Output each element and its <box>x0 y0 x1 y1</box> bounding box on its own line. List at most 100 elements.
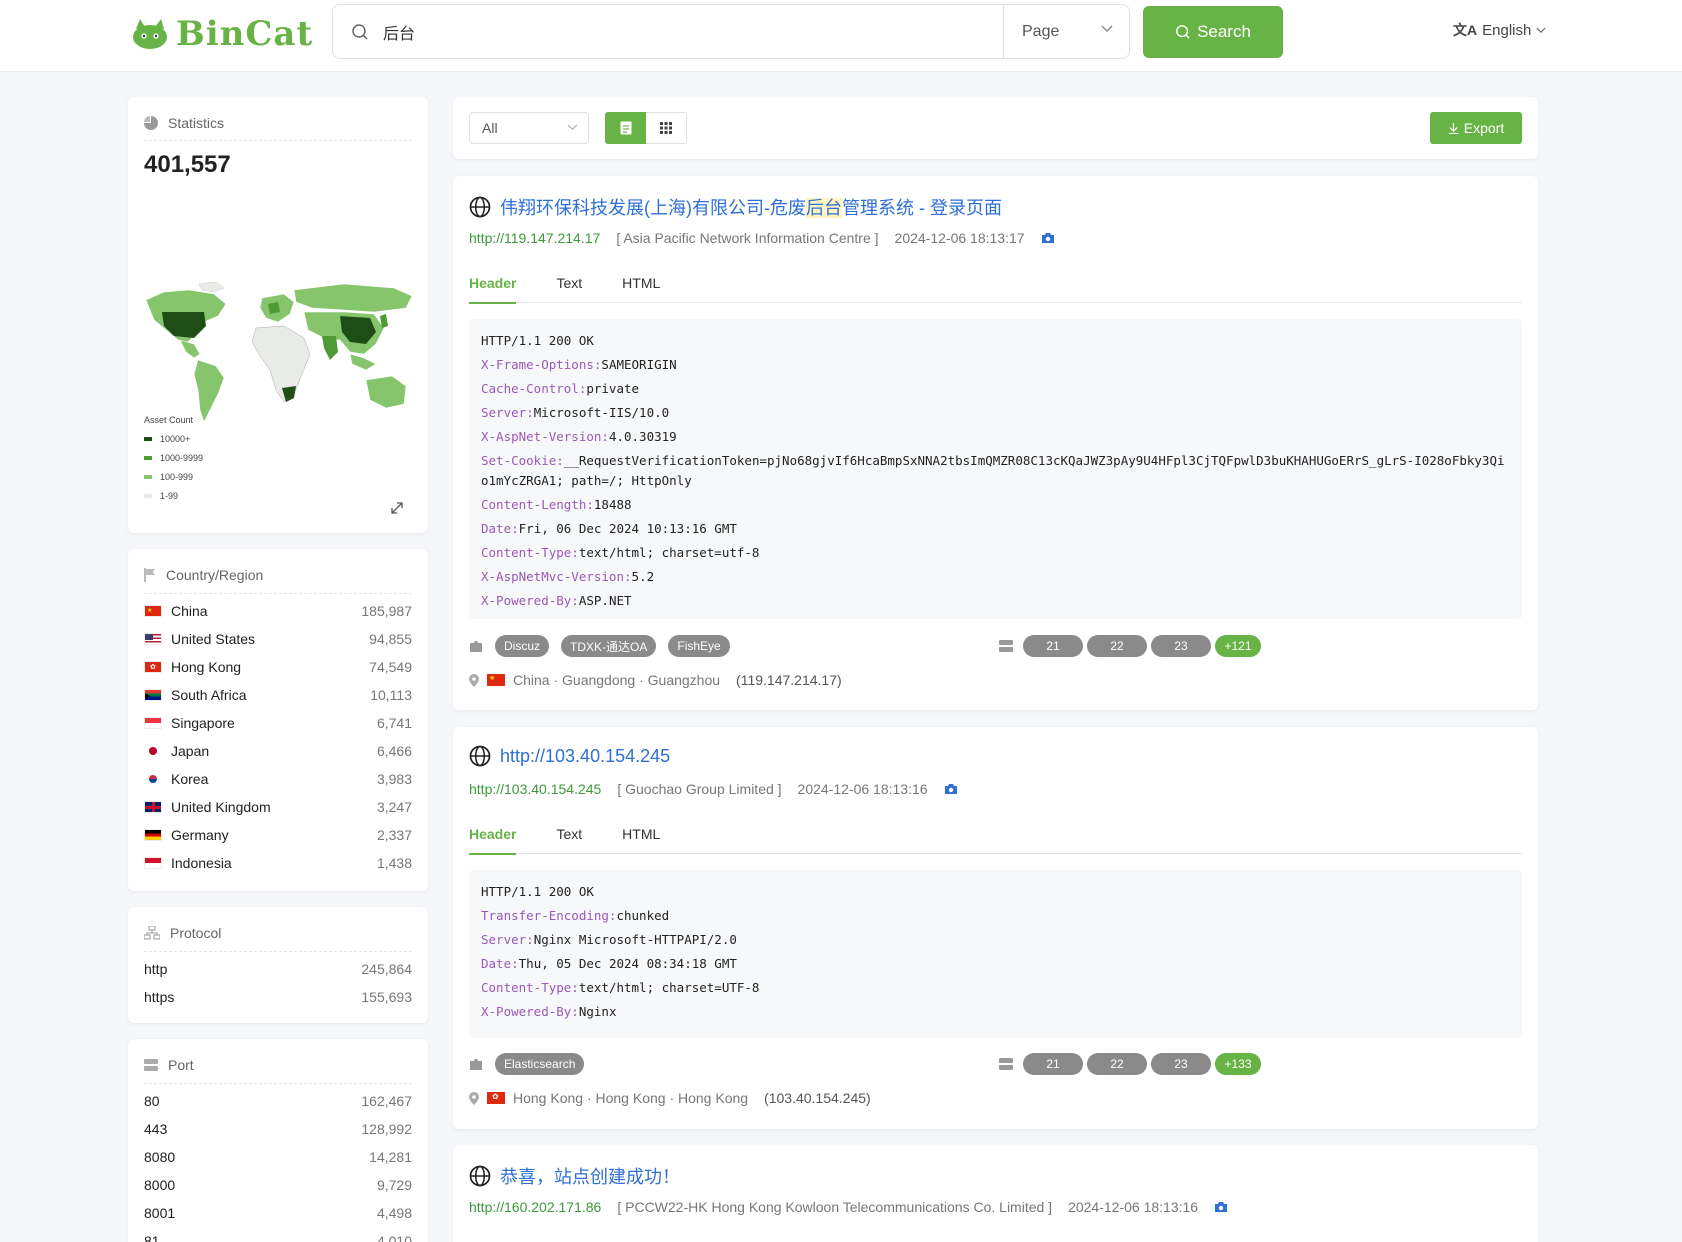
tab-html[interactable]: HTML <box>622 271 660 303</box>
world-map[interactable] <box>144 282 412 432</box>
grid-view-button[interactable] <box>646 112 687 144</box>
port-item[interactable]: 443 128,992 <box>144 1115 412 1143</box>
server-icon <box>999 1058 1013 1070</box>
search-scope-select[interactable]: Page <box>1003 5 1129 58</box>
grid-icon <box>660 122 672 134</box>
tech-tag[interactable]: Discuz <box>495 635 550 657</box>
tab-html[interactable]: HTML <box>622 822 660 854</box>
camera-icon[interactable] <box>1041 232 1055 244</box>
country-item[interactable]: Singapore 6,741 <box>144 709 412 737</box>
search-scope-label: Page <box>1022 22 1060 40</box>
result-time: 2024-12-06 18:13:17 <box>894 230 1025 246</box>
tech-tag[interactable]: TDXK-通达OA <box>561 635 657 657</box>
tag-list: Elasticsearch <box>469 1053 585 1075</box>
header-line: Server:Microsoft-IIS/10.0 <box>481 405 670 420</box>
tech-tag[interactable]: Elasticsearch <box>495 1053 585 1075</box>
protocol-item[interactable]: http 245,864 <box>144 955 412 983</box>
result-url[interactable]: http://119.147.214.17 <box>469 230 600 246</box>
port-badge[interactable]: 21 <box>1023 1053 1083 1075</box>
port-card: Port 80 162,467 443 128,992 8080 14,281 800… <box>128 1039 428 1242</box>
tab-text[interactable]: Text <box>556 822 582 854</box>
port-badge[interactable]: 22 <box>1087 635 1147 657</box>
country-item[interactable]: Japan 6,466 <box>144 737 412 765</box>
result-time: 2024-12-06 18:13:16 <box>797 781 928 797</box>
export-button[interactable]: Export <box>1430 112 1522 144</box>
result-location: ✿ Hong Kong · Hong Kong · Hong Kong (103… <box>469 1090 871 1106</box>
port-item[interactable]: 8000 9,729 <box>144 1171 412 1199</box>
port-list: 21 22 23 +133 <box>999 1053 1261 1075</box>
more-ports-badge[interactable]: +121 <box>1215 635 1261 657</box>
camera-icon[interactable] <box>1214 1201 1228 1213</box>
result-title[interactable]: http://103.40.154.245 <box>469 745 670 767</box>
port-badge[interactable]: 21 <box>1023 635 1083 657</box>
port-item[interactable]: 80 162,467 <box>144 1087 412 1115</box>
result-url[interactable]: http://160.202.171.86 <box>469 1199 601 1215</box>
tab-text[interactable]: Text <box>556 271 582 303</box>
result-title[interactable]: 伟翔环保科技发展(上海)有限公司-危废后台管理系统 - 登录页面 <box>469 194 1002 220</box>
port-item[interactable]: 8001 4,498 <box>144 1199 412 1227</box>
header-code-block: HTTP/1.1 200 OK X-Frame-Options:SAMEORIG… <box>469 319 1522 619</box>
country-item[interactable]: South Africa 10,113 <box>144 681 412 709</box>
header-line: Cache-Control:private <box>481 381 640 396</box>
language-selector[interactable]: 文A English <box>1453 20 1546 40</box>
header-line: Date:Thu, 05 Dec 2024 08:34:18 GMT <box>481 956 737 971</box>
globe-icon <box>469 1165 491 1187</box>
result-org: [ PCCW22-HK Hong Kong Kowloon Telecommun… <box>617 1199 1053 1215</box>
search-button-label: Search <box>1197 22 1251 41</box>
expand-icon[interactable] <box>390 501 404 515</box>
hong-kong-flag-icon: ✿ <box>487 1092 505 1104</box>
total-count: 401,557 <box>144 151 231 178</box>
usa-flag-icon <box>144 633 162 645</box>
header-line: Set-Cookie:__RequestVerificationToken=pj… <box>481 453 1505 488</box>
tab-header[interactable]: Header <box>469 822 517 855</box>
globe-icon <box>469 196 491 218</box>
legend-item: 10000+ <box>144 429 203 448</box>
result-meta: http://119.147.214.17 [ Asia Pacific Net… <box>469 230 1055 246</box>
country-item[interactable]: Germany 2,337 <box>144 821 412 849</box>
port-item[interactable]: 8080 14,281 <box>144 1143 412 1171</box>
country-item[interactable]: Indonesia 1,438 <box>144 849 412 877</box>
port-badge[interactable]: 22 <box>1087 1053 1147 1075</box>
protocol-item[interactable]: https 155,693 <box>144 983 412 1011</box>
port-badge[interactable]: 23 <box>1151 1053 1211 1075</box>
legend-item: 1000-9999 <box>144 448 203 467</box>
country-item[interactable]: ✿ Hong Kong 74,549 <box>144 653 412 681</box>
header-line: Content-Length:18488 <box>481 497 632 512</box>
search-box: Page <box>332 4 1130 59</box>
port-badge[interactable]: 23 <box>1151 635 1211 657</box>
more-ports-badge[interactable]: +133 <box>1215 1053 1261 1075</box>
country-item[interactable]: United States 94,855 <box>144 625 412 653</box>
tech-tag[interactable]: FishEye <box>668 635 730 657</box>
result-card: http://103.40.154.245 http://103.40.154.… <box>453 727 1538 1129</box>
protocol-title: Protocol <box>144 925 221 941</box>
translate-icon: 文A <box>1453 22 1478 38</box>
country-item[interactable]: ★ China 185,987 <box>144 597 412 625</box>
country-item[interactable]: United Kingdom 3,247 <box>144 793 412 821</box>
uk-flag-icon <box>144 801 162 813</box>
port-title: Port <box>144 1057 194 1073</box>
camera-icon[interactable] <box>944 783 958 795</box>
header-line: X-AspNet-Version:4.0.30319 <box>481 429 677 444</box>
country-item[interactable]: Korea 3,983 <box>144 765 412 793</box>
tab-header[interactable]: Header <box>469 271 517 304</box>
search-input[interactable] <box>383 22 983 41</box>
logo[interactable]: BinCat <box>130 14 313 54</box>
filter-select[interactable]: All <box>469 112 589 144</box>
port-item[interactable]: 81 4,010 <box>144 1227 412 1242</box>
cat-logo-icon <box>133 19 167 49</box>
result-meta: http://103.40.154.245 [ Guochao Group Li… <box>469 781 958 797</box>
divider <box>144 951 412 952</box>
map-legend: Asset Count 10000+ 1000-9999 100-999 1-9… <box>144 415 203 505</box>
result-tabs: Header Text HTML <box>469 822 1522 855</box>
divider <box>144 1083 412 1084</box>
search-button[interactable]: Search <box>1143 6 1283 58</box>
result-url[interactable]: http://103.40.154.245 <box>469 781 601 797</box>
result-org: [ Guochao Group Limited ] <box>617 781 782 797</box>
search-icon <box>1176 25 1190 39</box>
country-title: Country/Region <box>144 567 263 583</box>
result-tags-row: Discuz TDXK-通达OA FishEye 21 22 23 +121 <box>469 634 1522 658</box>
network-icon <box>144 926 160 940</box>
document-icon <box>620 121 631 135</box>
result-title[interactable]: 恭喜，站点创建成功！ <box>469 1163 680 1189</box>
list-view-button[interactable] <box>605 112 646 144</box>
